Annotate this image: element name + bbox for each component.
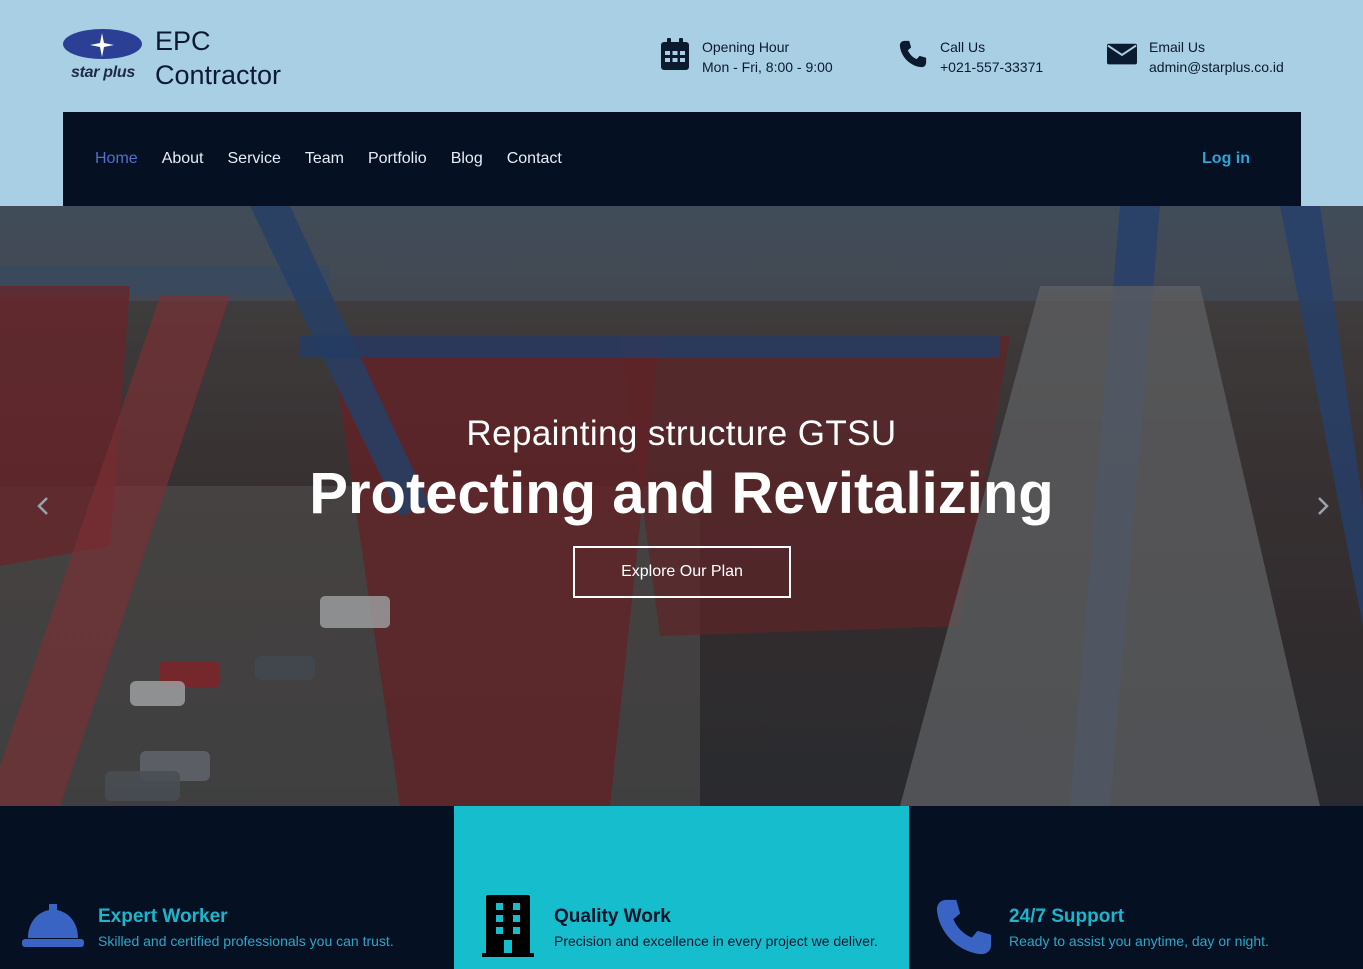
nav-menu: Home About Service Team Portfolio Blog C… <box>95 112 586 206</box>
nav-item-home[interactable]: Home <box>95 150 138 168</box>
feature-title: 24/7 Support <box>1009 906 1125 927</box>
feature-expert-worker: Expert Worker Skilled and certified prof… <box>0 806 454 969</box>
explore-plan-button[interactable]: Explore Our Plan <box>573 546 791 598</box>
logo: star plus <box>63 26 143 84</box>
top-header: star plus EPC Contractor Opening Hour Mo… <box>0 0 1363 112</box>
nav-item-contact[interactable]: Contact <box>507 150 562 168</box>
star-icon <box>90 33 114 57</box>
feature-support: 24/7 Support Ready to assist you anytime… <box>909 806 1363 969</box>
login-link[interactable]: Log in <box>1202 150 1250 168</box>
brand[interactable]: star plus EPC Contractor <box>63 26 281 92</box>
feature-description: Precision and excellence in every projec… <box>554 933 878 949</box>
calendar-icon <box>660 37 690 71</box>
nav-item-about[interactable]: About <box>162 150 204 168</box>
email-label: Email Us <box>1149 39 1206 55</box>
hard-hat-icon <box>22 904 84 947</box>
hero-carousel: Repainting structure GTSU Protecting and… <box>0 206 1363 806</box>
feature-quality-work: Quality Work Precision and excellence in… <box>454 806 909 969</box>
brand-name: EPC Contractor <box>155 24 281 92</box>
opening-hours-info: Opening Hour Mon - Fri, 8:00 - 9:00 <box>660 37 833 77</box>
call-label: Call Us <box>940 39 986 55</box>
opening-hours-value: Mon - Fri, 8:00 - 9:00 <box>702 59 833 75</box>
feature-description: Ready to assist you anytime, day or nigh… <box>1009 933 1269 949</box>
hero-title: Protecting and Revitalizing <box>309 461 1054 526</box>
call-info: Call Us +021-557-33371 <box>898 37 1043 77</box>
phone-icon <box>898 37 928 71</box>
hero-subtitle: Repainting structure GTSU <box>466 414 897 453</box>
nav-item-portfolio[interactable]: Portfolio <box>368 150 427 168</box>
logo-text: star plus <box>71 64 135 81</box>
nav-item-blog[interactable]: Blog <box>451 150 483 168</box>
feature-description: Skilled and certified professionals you … <box>98 933 394 949</box>
opening-hours-label: Opening Hour <box>702 39 790 55</box>
building-icon <box>482 895 534 957</box>
brand-name-line1: EPC <box>155 26 211 56</box>
email-value[interactable]: admin@starplus.co.id <box>1149 57 1284 77</box>
phone-icon <box>936 899 992 955</box>
features-strip: Expert Worker Skilled and certified prof… <box>0 806 1363 969</box>
main-nav: Home About Service Team Portfolio Blog C… <box>63 112 1301 206</box>
feature-title: Quality Work <box>554 906 671 927</box>
nav-item-team[interactable]: Team <box>305 150 344 168</box>
brand-name-line2: Contractor <box>155 60 282 90</box>
call-value[interactable]: +021-557-33371 <box>940 57 1043 77</box>
feature-title: Expert Worker <box>98 906 228 927</box>
nav-item-service[interactable]: Service <box>228 150 281 168</box>
envelope-icon <box>1107 37 1137 71</box>
email-info: Email Us admin@starplus.co.id <box>1107 37 1284 77</box>
